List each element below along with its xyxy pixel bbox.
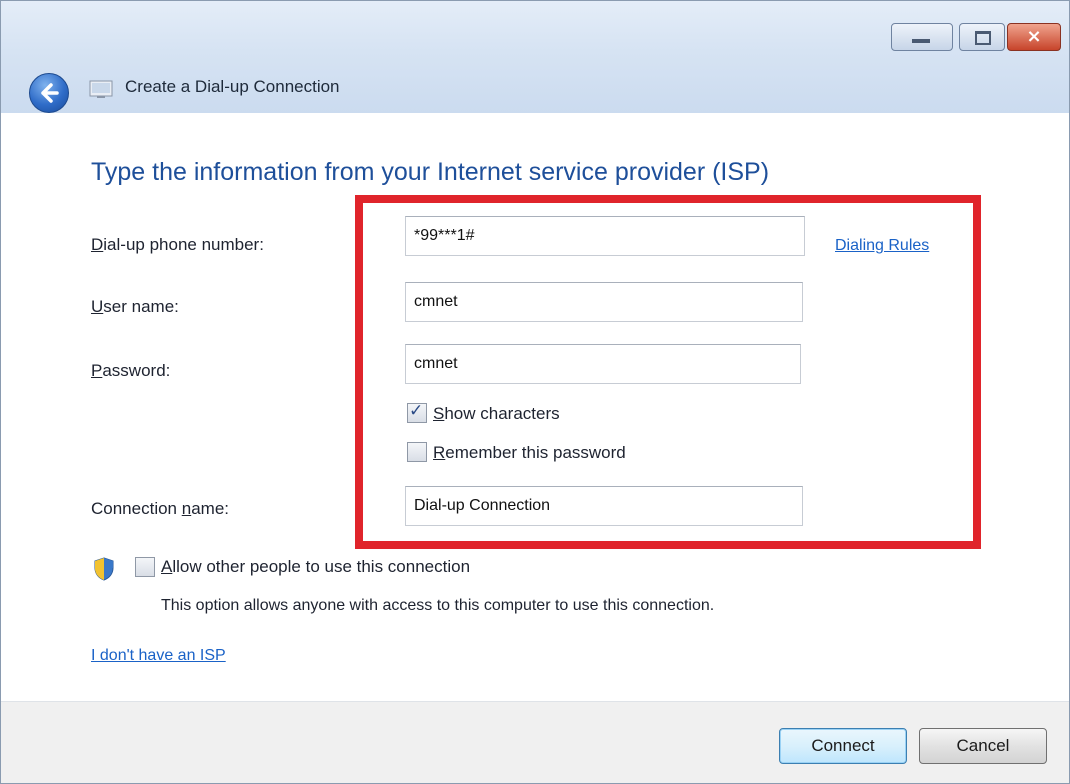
wizard-footer: Connect Cancel — [1, 701, 1069, 783]
wizard-content: Type the information from your Internet … — [1, 113, 1069, 701]
remember-password-checkbox[interactable] — [407, 442, 427, 462]
network-connection-icon — [89, 80, 113, 98]
password-label: Password: — [91, 361, 171, 380]
show-characters-label[interactable]: Show characters — [433, 404, 560, 424]
minimize-button[interactable] — [891, 23, 953, 51]
dialing-rules-link[interactable]: Dialing Rules — [835, 237, 929, 255]
uac-shield-icon — [94, 557, 114, 581]
back-button[interactable] — [29, 73, 69, 113]
connection-name-input[interactable]: Dial-up Connection — [405, 486, 803, 526]
checkmark-icon: ✓ — [409, 401, 424, 421]
minimize-icon — [912, 39, 930, 43]
no-isp-link[interactable]: I don't have an ISP — [91, 647, 226, 665]
password-input[interactable]: cmnet — [405, 344, 801, 384]
phone-number-input[interactable]: *99***1# — [405, 216, 805, 256]
show-characters-checkbox[interactable]: ✓ — [407, 401, 427, 423]
user-name-label: User name: — [91, 297, 179, 316]
phone-number-label: Dial-up phone number: — [91, 235, 264, 254]
maximize-button[interactable] — [959, 23, 1005, 51]
cancel-button[interactable]: Cancel — [919, 728, 1047, 764]
window-title: Create a Dial-up Connection — [125, 77, 340, 96]
close-icon: × — [1026, 26, 1042, 47]
connection-name-label: Connection name: — [91, 499, 229, 518]
connect-button[interactable]: Connect — [779, 728, 907, 764]
user-name-input[interactable]: cmnet — [405, 282, 803, 322]
allow-others-label[interactable]: Allow other people to use this connectio… — [161, 557, 470, 577]
allow-others-checkbox[interactable] — [135, 557, 155, 577]
page-heading: Type the information from your Internet … — [91, 158, 770, 186]
dialup-wizard-window: × Create a Dial-up Connection Type the i… — [0, 0, 1070, 784]
title-bar: × Create a Dial-up Connection — [1, 1, 1069, 113]
maximize-icon — [975, 31, 991, 45]
allow-others-description: This option allows anyone with access to… — [161, 597, 715, 614]
remember-password-label[interactable]: Remember this password — [433, 443, 626, 463]
back-arrow-icon — [41, 83, 59, 103]
close-button[interactable]: × — [1007, 23, 1061, 51]
